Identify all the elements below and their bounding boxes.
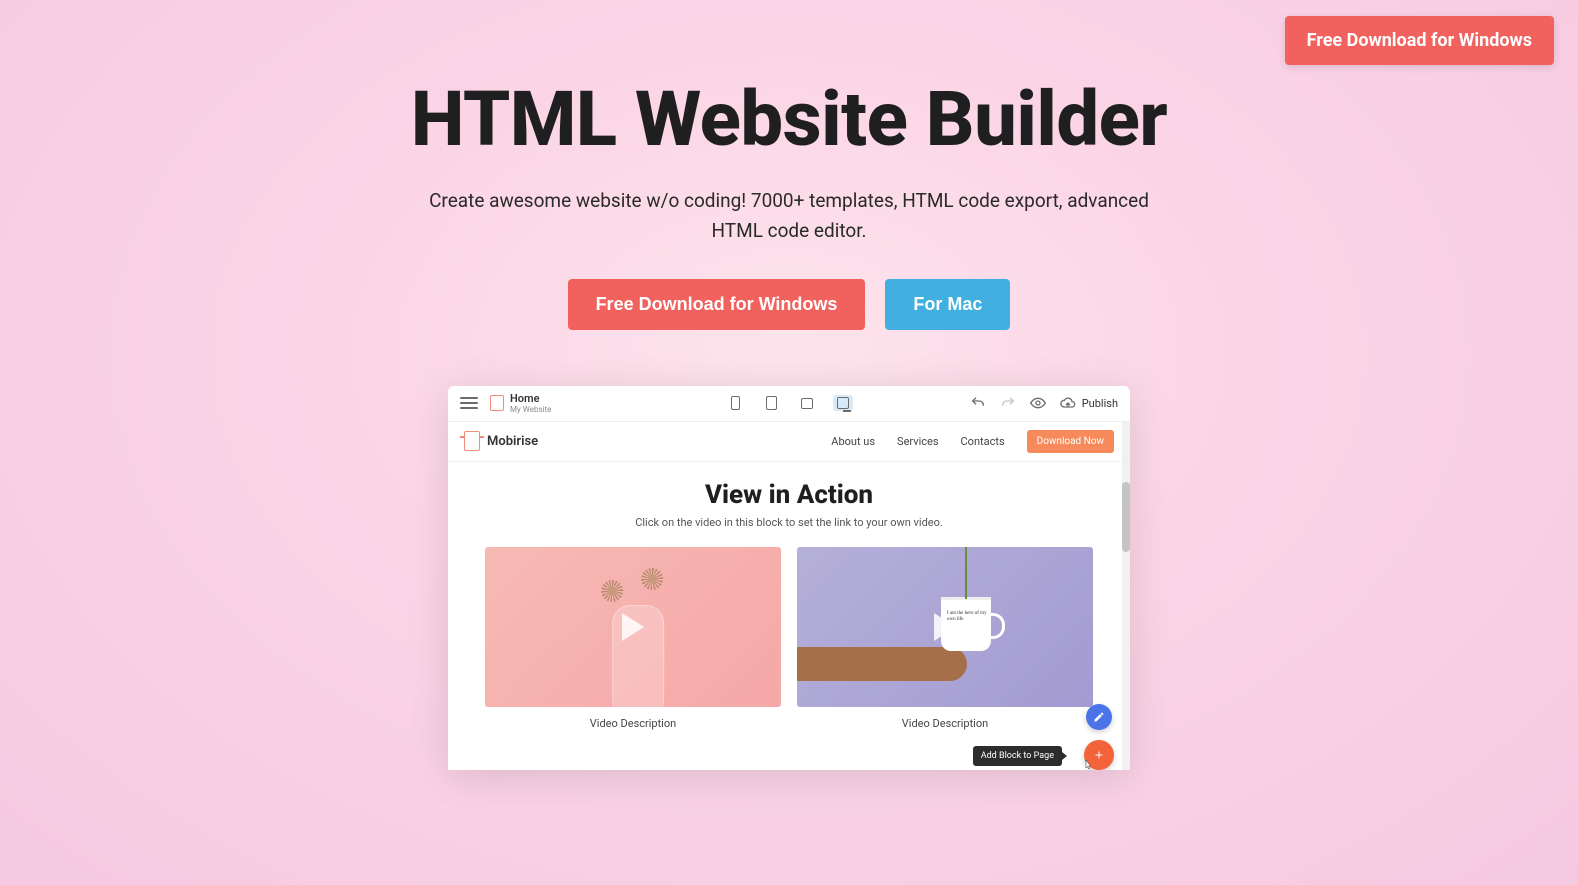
site-brand[interactable]: Mobirise	[464, 431, 538, 451]
device-preview-group	[725, 395, 853, 411]
topbar-tools: Publish	[970, 395, 1118, 411]
site-name-label: My Website	[510, 406, 551, 414]
undo-icon[interactable]	[970, 395, 986, 411]
app-preview-window: Home My Website Publish	[448, 386, 1130, 770]
top-download-button[interactable]: Free Download for Windows	[1285, 16, 1554, 65]
device-tablet-button[interactable]	[761, 395, 781, 411]
brand-name-label: Mobirise	[487, 434, 538, 449]
page-icon	[490, 395, 504, 411]
scrollbar-thumb[interactable]	[1122, 482, 1130, 552]
page-title: HTML Website Builder	[0, 78, 1578, 160]
site-navbar: Mobirise About us Services Contacts Down…	[448, 422, 1130, 462]
device-tablet-landscape-button[interactable]	[797, 395, 817, 411]
cursor-pointer-icon	[1082, 758, 1094, 770]
hero-buttons: Free Download for Windows For Mac	[0, 279, 1578, 330]
add-block-tooltip: Add Block to Page	[973, 746, 1062, 766]
video-card-2: I am the hero of my own life Video Descr…	[797, 547, 1093, 730]
video-description-2: Video Description	[797, 717, 1093, 730]
edit-fab-button[interactable]	[1086, 704, 1112, 730]
nav-download-button[interactable]: Download Now	[1027, 430, 1114, 453]
hamburger-menu-icon[interactable]	[460, 397, 478, 409]
video-thumbnail-2[interactable]: I am the hero of my own life	[797, 547, 1093, 707]
mobirise-logo-icon	[464, 431, 480, 451]
download-mac-button[interactable]: For Mac	[885, 279, 1010, 330]
nav-links: About us Services Contacts Download Now	[831, 430, 1114, 453]
publish-button[interactable]: Publish	[1060, 395, 1118, 411]
preview-eye-icon[interactable]	[1030, 395, 1046, 411]
device-phone-button[interactable]	[725, 395, 745, 411]
floating-actions: Add Block to Page	[1084, 704, 1114, 770]
scrollbar-track[interactable]	[1122, 422, 1130, 770]
publish-label: Publish	[1082, 397, 1118, 410]
block-hint: Click on the video in this block to set …	[472, 516, 1106, 529]
site-content-block: View in Action Click on the video in thi…	[448, 462, 1130, 770]
device-desktop-button[interactable]	[833, 395, 853, 411]
download-windows-button[interactable]: Free Download for Windows	[568, 279, 866, 330]
play-icon	[622, 613, 644, 641]
play-icon	[934, 613, 956, 641]
video-row: Video Description I am the hero of my ow…	[472, 547, 1106, 730]
nav-about-link[interactable]: About us	[831, 435, 875, 448]
app-topbar: Home My Website Publish	[448, 386, 1130, 422]
page-identifier[interactable]: Home My Website	[490, 393, 551, 414]
nav-services-link[interactable]: Services	[897, 435, 938, 448]
video-description-1: Video Description	[485, 717, 781, 730]
page-subtitle: Create awesome website w/o coding! 7000+…	[429, 186, 1149, 245]
video-card-1: Video Description	[485, 547, 781, 730]
redo-icon[interactable]	[1000, 395, 1016, 411]
block-heading: View in Action	[472, 480, 1106, 510]
video-thumbnail-1[interactable]	[485, 547, 781, 707]
cloud-upload-icon	[1060, 395, 1076, 411]
page-name-label: Home	[510, 393, 551, 404]
nav-contacts-link[interactable]: Contacts	[961, 435, 1005, 448]
